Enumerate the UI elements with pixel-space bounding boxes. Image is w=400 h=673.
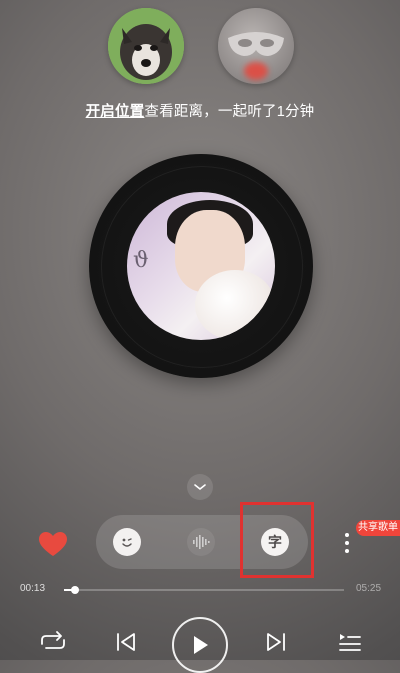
playlist-icon [339,634,361,651]
voice-button[interactable] [187,528,215,556]
repeat-icon [41,631,65,649]
playlist-button[interactable] [336,628,364,656]
partner-avatar-mask[interactable] [218,8,294,84]
progress-bar[interactable] [64,586,344,594]
play-button[interactable] [172,617,228,673]
skip-next-icon [267,633,285,651]
previous-track-button[interactable] [114,628,138,656]
more-vertical-icon [345,533,349,553]
emoji-button[interactable] [113,528,141,556]
emoji-icon [122,538,132,547]
play-icon [194,636,208,654]
total-time: 05:25 [356,583,382,594]
skip-previous-icon [117,633,135,651]
cover-artwork-hand [195,270,275,340]
listen-together-info: 开启位置查看距离，一起听了1分钟 [0,100,400,121]
sound-wave-icon [193,535,210,549]
next-track-button[interactable] [264,628,288,656]
more-options-button[interactable] [342,529,352,557]
repeat-button[interactable] [38,628,68,656]
avatar-blush [244,62,268,80]
chevron-down-icon [194,484,206,491]
collapse-button[interactable] [187,474,213,500]
enable-location-link[interactable]: 开启位置 [86,104,145,120]
album-cover: ϑ [127,192,275,340]
cover-decoration: ϑ [133,248,149,273]
like-button[interactable] [37,530,69,558]
listen-together-message: 查看距离，一起听了1分钟 [144,104,315,120]
heart-icon [39,532,67,556]
user-avatar-dog[interactable] [108,8,184,84]
lyrics-highlight-box [240,502,314,578]
current-time: 00:13 [20,583,46,594]
dog-avatar-image [108,8,184,84]
shared-playlist-badge[interactable]: 共享歌单 [356,520,400,536]
progress-knob[interactable] [71,586,80,594]
